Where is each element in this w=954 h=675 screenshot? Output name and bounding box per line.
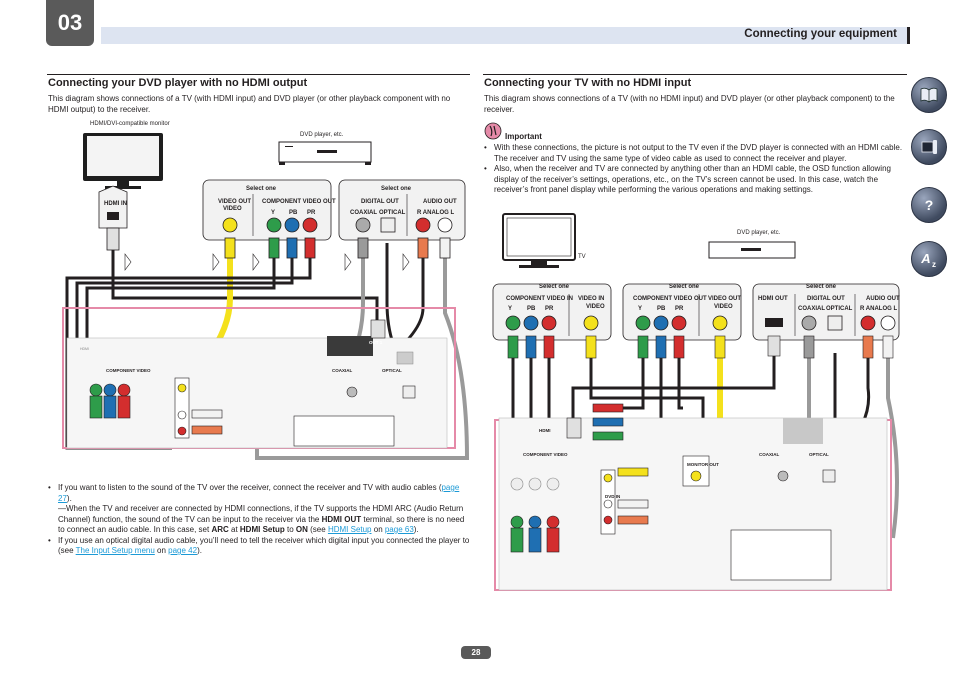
link-input-setup-menu[interactable]: The Input Setup menu <box>76 546 155 555</box>
dvd-player <box>278 141 372 165</box>
left-optical-label: OPTICAL <box>379 210 406 216</box>
left-component-out-label: COMPONENT VIDEO OUT <box>262 199 336 205</box>
receiver-back-panel: COMPONENT VIDEO HDMI COAXIAL OPTICAL OUT… <box>62 307 456 449</box>
right-intro: This diagram shows connections of a TV (… <box>484 94 895 114</box>
page-title: Connecting your equipment <box>744 28 897 40</box>
receiver-out1-label: OUT 1 <box>369 340 383 345</box>
right-r-analog-l: R ANALOG L <box>860 306 898 312</box>
left-select-one-1: Select one <box>246 186 277 192</box>
right-video-label-1: VIDEO <box>586 304 605 310</box>
left-bullet-2: If you use an optical digital audio cabl… <box>48 536 470 557</box>
right-optical-label: OPTICAL <box>826 306 853 312</box>
right-audio-out-label: AUDIO OUT <box>866 296 900 302</box>
right-pr-1: PR <box>545 306 554 312</box>
right-receiver-optical-label: OPTICAL <box>809 452 829 457</box>
right-pb-1: PB <box>527 306 536 312</box>
right-receiver-dvd-in-label: DVD IN <box>605 494 620 499</box>
right-component-in-label: COMPONENT VIDEO IN <box>506 296 574 302</box>
left-note-dash: —When the TV and receiver are connected … <box>58 504 465 534</box>
left-video-label: VIDEO <box>223 206 242 212</box>
left-intro: This diagram shows connections of a TV (… <box>48 94 451 114</box>
receiver-optical-label: OPTICAL <box>382 368 402 373</box>
right-video-in-label: VIDEO IN <box>578 296 605 302</box>
remote-icon[interactable] <box>911 129 947 165</box>
important-bullet-1: With these connections, the picture is n… <box>484 143 904 164</box>
right-pr-2: PR <box>675 306 684 312</box>
left-pb: PB <box>289 210 298 216</box>
hdmi-monitor <box>83 133 163 189</box>
svg-text:?: ? <box>925 197 934 213</box>
right-receiver-hdmi-label: HDMI <box>539 428 551 433</box>
svg-text:z: z <box>932 260 936 269</box>
link-page-42[interactable]: page 42 <box>168 546 197 555</box>
left-audio-out-label: AUDIO OUT <box>423 199 457 205</box>
left-r-analog-l: R ANALOG L <box>417 210 455 216</box>
right-digital-out-label: DIGITAL OUT <box>807 296 845 302</box>
tv-no-hdmi <box>502 213 576 268</box>
left-bullet-1: If you want to listen to the sound of th… <box>48 483 470 504</box>
tv-hdmi-in-label: HDMI IN <box>104 201 127 207</box>
left-digital-out-label: DIGITAL OUT <box>361 199 399 205</box>
monitor-caption: HDMI/DVI-compatible monitor <box>90 121 170 127</box>
right-component-out-label: COMPONENT VIDEO OUT <box>633 296 707 302</box>
right-receiver-coaxial-label: COAXIAL <box>759 452 780 457</box>
left-coaxial-label: COAXIAL <box>350 210 377 216</box>
right-dvd-audio-panel <box>752 283 900 341</box>
right-dvd-player <box>708 241 796 259</box>
right-y-1: Y <box>508 306 513 312</box>
important-bullet-2: Also, when the receiver and TV are conne… <box>484 164 904 196</box>
right-hdmi-out-label: HDMI OUT <box>758 296 788 302</box>
right-select-one-2: Select one <box>669 284 700 290</box>
link-page-63[interactable]: page 63 <box>385 525 414 534</box>
page-number: 28 <box>461 646 491 659</box>
important-label: Important <box>505 132 542 141</box>
left-notes: If you want to listen to the sound of th… <box>48 483 470 557</box>
link-hdmi-setup[interactable]: HDMI Setup <box>328 525 372 534</box>
right-video-out-label: VIDEO OUT <box>708 296 742 302</box>
left-pr: PR <box>307 210 316 216</box>
chapter-badge: 03 <box>46 0 94 46</box>
receiver-component-video-label: COMPONENT VIDEO <box>106 368 151 373</box>
receiver-hdmi-label: HDMI <box>80 347 89 351</box>
left-section-rule <box>47 74 470 75</box>
right-select-one-3: Select one <box>806 284 837 290</box>
left-section-title: Connecting your DVD player with no HDMI … <box>48 77 308 89</box>
right-dvd-video-panel <box>622 283 742 341</box>
right-diagram: COMPONENT VIDEO HDMI COAXIAL OPTICAL MON… <box>492 213 900 591</box>
right-section-rule <box>483 74 907 75</box>
help-icon[interactable]: ? <box>911 187 947 223</box>
left-diagram: COMPONENT VIDEO HDMI COAXIAL OPTICAL OUT… <box>62 133 470 460</box>
header-bar: Connecting your equipment <box>101 27 910 44</box>
receiver-coaxial-label: COAXIAL <box>332 368 353 373</box>
glossary-icon[interactable]: Az <box>911 241 947 277</box>
important-icon <box>484 122 502 145</box>
right-y-2: Y <box>638 306 643 312</box>
important-notes: With these connections, the picture is n… <box>484 143 904 196</box>
left-select-one-2: Select one <box>381 186 412 192</box>
tv-hdmi-in-panel <box>98 185 128 229</box>
left-video-out-label: VIDEO OUT <box>218 199 252 205</box>
chapter-number: 03 <box>57 10 83 35</box>
right-receiver-monitor-out-label: MONITOR OUT <box>687 462 719 467</box>
book-icon[interactable] <box>911 77 947 113</box>
right-video-label-2: VIDEO <box>714 304 733 310</box>
right-section-title: Connecting your TV with no HDMI input <box>484 77 692 89</box>
tv-input-panel <box>492 283 612 341</box>
right-receiver-component-video-label: COMPONENT VIDEO <box>523 452 568 457</box>
right-pb-2: PB <box>657 306 666 312</box>
right-select-one-1: Select one <box>539 284 570 290</box>
svg-text:A: A <box>920 251 930 266</box>
right-coaxial-label: COAXIAL <box>798 306 825 312</box>
right-receiver-back-panel: COMPONENT VIDEO HDMI COAXIAL OPTICAL MON… <box>494 417 892 591</box>
left-y: Y <box>271 210 276 216</box>
